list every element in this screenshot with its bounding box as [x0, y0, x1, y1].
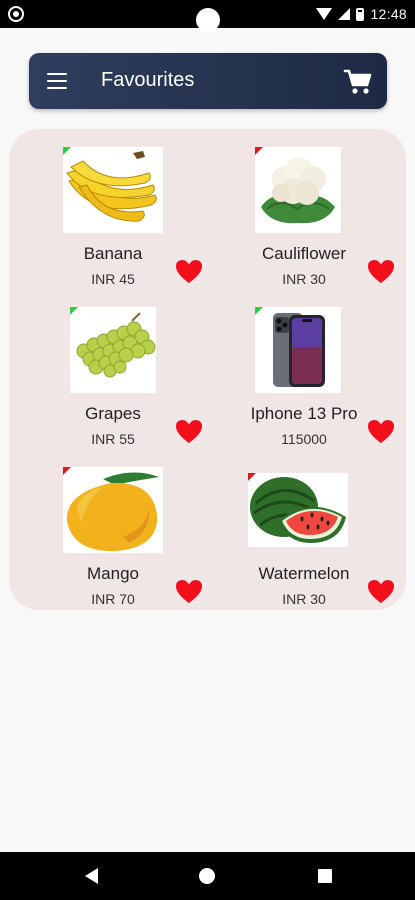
battery-icon [356, 7, 365, 21]
product-tag [255, 147, 263, 155]
app-bar: Favourites [29, 53, 387, 109]
favourite-heart-icon[interactable] [175, 579, 203, 605]
phone-icon [273, 313, 325, 387]
favourite-heart-icon[interactable] [367, 419, 395, 445]
favourites-panel: Banana INR 45 Cauliflower INR 30 Grapes … [9, 129, 406, 610]
product-image[interactable] [255, 147, 341, 233]
favourite-heart-icon[interactable] [175, 259, 203, 285]
favourite-heart-icon[interactable] [175, 419, 203, 445]
cart-icon[interactable] [343, 67, 373, 97]
home-icon[interactable] [199, 868, 215, 884]
product-card[interactable]: Mango INR 70 [9, 449, 202, 609]
favourite-heart-icon[interactable] [367, 579, 395, 605]
status-time: 12:48 [370, 6, 407, 22]
product-card[interactable]: Grapes INR 55 [9, 289, 202, 449]
product-tag [248, 473, 256, 481]
product-card[interactable]: Watermelon INR 30 [200, 449, 394, 609]
product-image[interactable] [255, 307, 341, 393]
product-image[interactable] [63, 147, 163, 233]
status-right-group: 12:48 [316, 0, 407, 28]
product-card[interactable]: Iphone 13 Pro 115000 [200, 289, 394, 449]
page-title: Favourites [101, 69, 195, 91]
camera-notch [196, 8, 220, 32]
product-tag [63, 467, 71, 475]
product-tag [70, 307, 78, 315]
product-tag [63, 147, 71, 155]
product-tag [255, 307, 263, 315]
grapes-icon [76, 312, 156, 378]
status-circle-icon [8, 6, 24, 22]
back-icon[interactable] [85, 868, 98, 884]
recent-apps-icon[interactable] [318, 869, 332, 883]
signal-icon [338, 8, 351, 20]
favourite-heart-icon[interactable] [367, 259, 395, 285]
wifi-icon [316, 8, 333, 20]
product-card[interactable]: Banana INR 45 [9, 129, 202, 289]
cauliflower-icon [261, 157, 335, 224]
watermelon-icon [250, 477, 346, 543]
product-image[interactable] [70, 307, 156, 393]
product-card[interactable]: Cauliflower INR 30 [200, 129, 394, 289]
product-image[interactable] [248, 473, 348, 547]
menu-icon[interactable] [47, 73, 67, 89]
banana-icon [66, 151, 157, 222]
system-nav-bar [0, 852, 415, 900]
mango-icon [66, 472, 159, 552]
product-image[interactable] [63, 467, 163, 553]
